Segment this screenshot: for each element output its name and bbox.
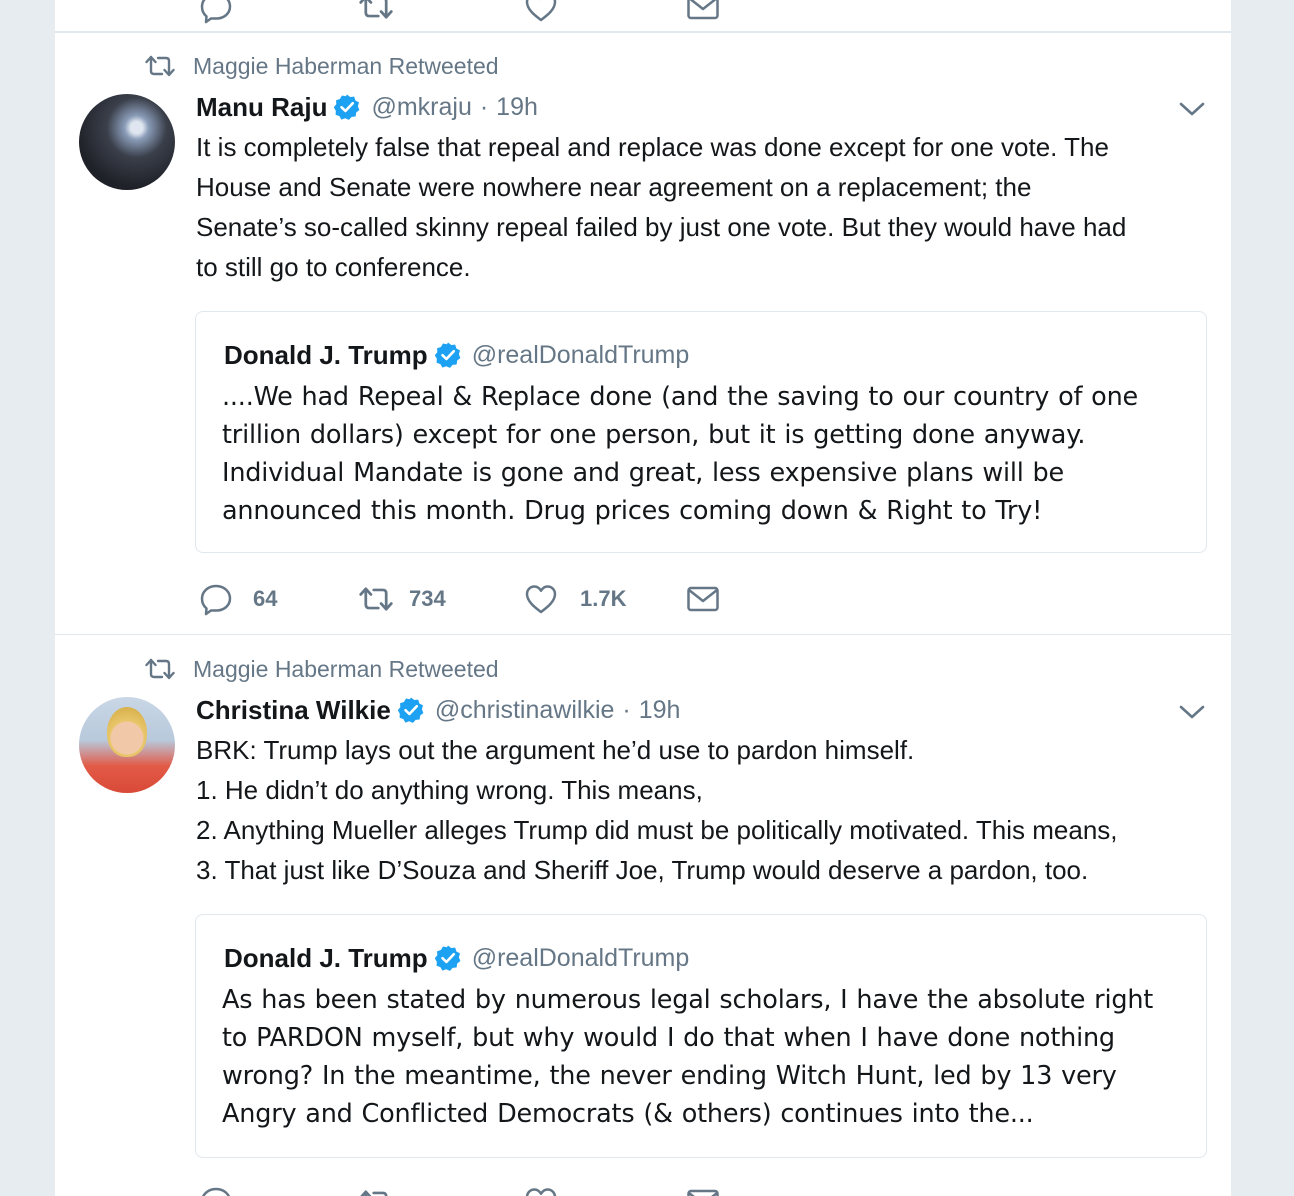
retweet-context[interactable]: Maggie Haberman Retweeted — [145, 655, 499, 683]
quoted-text-line: wrong? In the meantime, the never ending… — [222, 1061, 1117, 1091]
retweet-icon — [145, 54, 175, 78]
tweet-text-line: to still go to conference. — [196, 252, 471, 282]
reply-button[interactable] — [199, 0, 359, 24]
tweet-text: It is completely false that repeal and r… — [196, 127, 1216, 287]
reply-button[interactable] — [199, 1185, 359, 1196]
tweet-actions: 64 734 1.7K — [199, 582, 720, 616]
tweet-text-line: House and Senate were nowhere near agree… — [196, 172, 1032, 202]
chevron-down-icon[interactable] — [1177, 699, 1207, 725]
timeline: Maggie Haberman Retweeted Manu Raju @mkr… — [55, 0, 1231, 1196]
direct-message-button[interactable] — [686, 585, 720, 613]
quoted-text-line: trillion dollars) except for one person,… — [222, 420, 1086, 450]
separator: · — [479, 92, 489, 121]
verified-badge-icon — [434, 944, 462, 972]
quoted-tweet-text: ....We had Repeal & Replace done (and th… — [222, 378, 1192, 530]
tweet-text-line: Senate’s so-called skinny repeal failed … — [196, 212, 1127, 242]
quoted-text-line: Angry and Conflicted Democrats (& others… — [222, 1099, 1034, 1129]
separator: · — [622, 695, 631, 724]
like-count: 1.7K — [580, 586, 627, 611]
quoted-text-line: As has been stated by numerous legal sch… — [222, 985, 1154, 1015]
tweet-text-line: 1. He didn’t do anything wrong. This mea… — [196, 775, 703, 805]
like-button[interactable] — [524, 1186, 686, 1196]
tweet[interactable]: Maggie Haberman Retweeted Manu Raju @mkr… — [55, 31, 1231, 635]
retweet-count: 734 — [409, 586, 446, 611]
quoted-tweet-text: As has been stated by numerous legal sch… — [222, 981, 1192, 1133]
quoted-tweet[interactable]: Donald J. Trump @realDonaldTrump ....We … — [195, 311, 1207, 553]
verified-badge-icon — [333, 93, 361, 121]
quoted-text-line: Individual Mandate is gone and great, le… — [222, 458, 1065, 488]
reply-button[interactable]: 64 — [199, 582, 359, 616]
reply-icon — [199, 582, 233, 616]
tweet-text-line: 2. Anything Mueller alleges Trump did mu… — [196, 815, 1118, 845]
author-handle[interactable]: @christinawilkie — [435, 696, 615, 725]
previous-tweet-partial — [55, 0, 1231, 33]
verified-badge-icon — [397, 696, 425, 724]
quoted-text-line: ....We had Repeal & Replace done (and th… — [222, 382, 1139, 412]
verified-badge-icon — [434, 341, 462, 369]
avatar[interactable] — [79, 697, 175, 793]
retweet-context[interactable]: Maggie Haberman Retweeted — [145, 52, 499, 80]
tweet[interactable]: Maggie Haberman Retweeted Christina Wilk… — [55, 634, 1231, 1196]
like-button[interactable]: 1.7K — [524, 583, 686, 615]
tweet-header: Christina Wilkie @christinawilkie · 19h — [196, 693, 680, 727]
quoted-author-name: Donald J. Trump — [224, 339, 428, 370]
tweet-text-line: BRK: Trump lays out the argument he’d us… — [196, 735, 915, 765]
author-name[interactable]: Christina Wilkie — [196, 695, 391, 726]
heart-icon — [524, 1186, 558, 1196]
tweet-actions — [199, 0, 720, 24]
tweet-text-line: 3. That just like D’Souza and Sheriff Jo… — [196, 855, 1089, 885]
quoted-author-handle: @realDonaldTrump — [471, 943, 690, 972]
retweet-icon — [359, 0, 393, 21]
tweet-header: Manu Raju @mkraju · 19h — [196, 90, 538, 124]
heart-icon — [524, 0, 558, 23]
quoted-tweet-header: Donald J. Trump @realDonaldTrump — [224, 338, 689, 372]
reply-icon — [199, 1185, 233, 1196]
tweet-text: BRK: Trump lays out the argument he’d us… — [196, 730, 1216, 890]
quoted-tweet[interactable]: Donald J. Trump @realDonaldTrump As has … — [195, 914, 1207, 1158]
envelope-icon — [686, 585, 720, 613]
quoted-tweet-header: Donald J. Trump @realDonaldTrump — [224, 941, 689, 975]
retweet-button[interactable] — [359, 1188, 524, 1196]
tweet-actions — [199, 1185, 720, 1196]
retweet-context-label: Maggie Haberman Retweeted — [193, 655, 499, 682]
author-name[interactable]: Manu Raju — [196, 92, 327, 123]
retweet-button[interactable] — [359, 0, 524, 21]
reply-count: 64 — [253, 586, 278, 611]
timestamp[interactable]: 19h — [496, 93, 538, 122]
quoted-text-line: to PARDON myself, but why would I do tha… — [222, 1023, 1115, 1053]
retweet-icon — [145, 657, 175, 681]
envelope-icon — [686, 0, 720, 21]
retweet-icon — [359, 1188, 393, 1196]
author-handle[interactable]: @mkraju — [371, 93, 471, 122]
quoted-text-line: announced this month. Drug prices coming… — [222, 496, 1043, 526]
retweet-icon — [359, 585, 393, 613]
like-button[interactable] — [524, 0, 686, 23]
chevron-down-icon[interactable] — [1177, 96, 1207, 122]
direct-message-button[interactable] — [686, 1188, 720, 1196]
direct-message-button[interactable] — [686, 0, 720, 21]
quoted-author-name: Donald J. Trump — [224, 942, 428, 973]
avatar[interactable] — [79, 94, 175, 190]
tweet-text-line: It is completely false that repeal and r… — [196, 132, 1109, 162]
heart-icon — [524, 583, 558, 615]
timestamp[interactable]: 19h — [639, 696, 681, 725]
retweet-button[interactable]: 734 — [359, 585, 524, 613]
reply-icon — [199, 0, 233, 24]
envelope-icon — [686, 1188, 720, 1196]
retweet-context-label: Maggie Haberman Retweeted — [193, 52, 499, 79]
quoted-author-handle: @realDonaldTrump — [471, 340, 690, 369]
